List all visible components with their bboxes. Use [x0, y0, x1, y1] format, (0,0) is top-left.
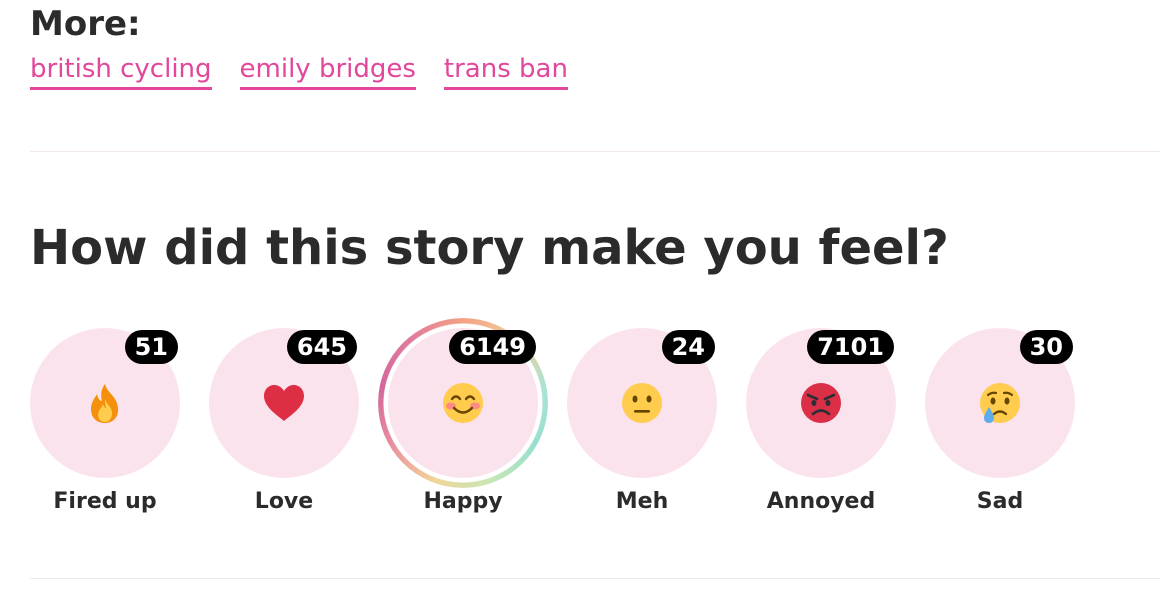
crying-face-icon: [980, 383, 1020, 423]
reaction-label: Annoyed: [766, 489, 876, 514]
reaction-fired-up[interactable]: 51 Fired up: [30, 328, 180, 518]
neutral-face-icon: [622, 383, 662, 423]
angry-face-icon: [801, 383, 841, 423]
fire-icon: [91, 384, 119, 423]
reaction-count-badge: 645: [286, 330, 357, 364]
reaction-sad[interactable]: 30 Sad: [925, 328, 1075, 518]
reaction-happy[interactable]: 6149 Happy: [378, 318, 548, 518]
reaction-label: Love: [254, 489, 314, 514]
reaction-count-badge: 24: [661, 330, 715, 364]
section-divider: [30, 578, 1160, 579]
reaction-count-badge: 30: [1019, 330, 1073, 364]
reaction-count-badge: 51: [124, 330, 178, 364]
reaction-label: Meh: [615, 489, 669, 514]
reaction-count-badge: 6149: [449, 330, 536, 364]
reaction-annoyed[interactable]: 7101 Annoyed: [746, 328, 896, 518]
reaction-list: 51 Fired up 645 Love 6149 Happy 24 Meh 7…: [0, 0, 1160, 600]
reaction-meh[interactable]: 24 Meh: [567, 328, 717, 518]
smiling-face-icon: [443, 383, 483, 423]
reaction-count-badge: 7101: [807, 330, 894, 364]
reaction-label: Fired up: [53, 489, 157, 514]
reaction-label: Sad: [976, 489, 1024, 514]
reaction-label: Happy: [423, 489, 503, 514]
heart-icon: [264, 385, 304, 421]
reaction-love[interactable]: 645 Love: [209, 328, 359, 518]
